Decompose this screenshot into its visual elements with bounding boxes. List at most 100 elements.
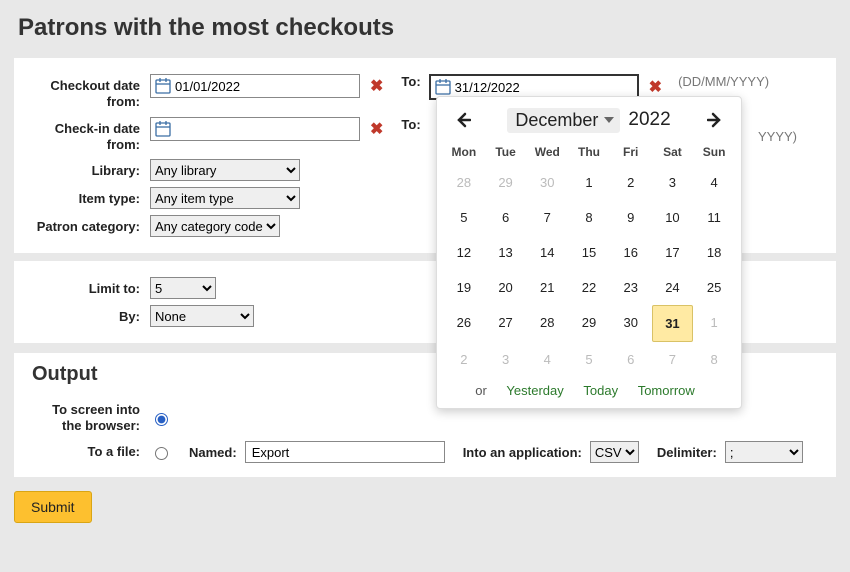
month-select[interactable]: December — [507, 108, 620, 133]
calendar-day[interactable]: 1 — [568, 165, 610, 200]
calendar-day[interactable]: 7 — [652, 342, 694, 377]
calendar-day[interactable]: 21 — [526, 270, 568, 305]
calendar-day[interactable]: 27 — [485, 305, 527, 342]
label-screen: To screen into the browser: — [30, 402, 150, 433]
footer-or: or — [475, 383, 487, 398]
calendar-day[interactable]: 4 — [693, 165, 735, 200]
label-by: By: — [30, 305, 150, 325]
calendar-day[interactable]: 25 — [693, 270, 735, 305]
clear-checkin-from-icon[interactable]: ✖ — [366, 119, 387, 139]
calendar-day[interactable]: 8 — [568, 200, 610, 235]
calendar-day[interactable]: 13 — [485, 235, 527, 270]
calendar-day[interactable]: 1 — [693, 305, 735, 342]
checkout-from-input[interactable] — [175, 75, 359, 97]
patroncat-select[interactable]: Any category code — [150, 215, 280, 237]
calendar-day[interactable]: 31 — [652, 305, 694, 342]
calendar-header: December 2022 — [443, 105, 735, 135]
calendar-day[interactable]: 26 — [443, 305, 485, 342]
next-month-button[interactable] — [701, 112, 729, 128]
calendar-day[interactable]: 2 — [443, 342, 485, 377]
link-yesterday[interactable]: Yesterday — [506, 383, 563, 398]
page-title: Patrons with the most checkouts — [0, 0, 850, 50]
prev-month-button[interactable] — [449, 112, 477, 128]
link-tomorrow[interactable]: Tomorrow — [638, 383, 695, 398]
calendar-day[interactable]: 5 — [443, 200, 485, 235]
calendar-day[interactable]: 5 — [568, 342, 610, 377]
calendar-grid: MonTueWedThuFriSatSun2829301234567891011… — [443, 139, 735, 377]
calendar-day[interactable]: 24 — [652, 270, 694, 305]
calendar-dow: Wed — [526, 139, 568, 165]
calendar-dow: Fri — [610, 139, 652, 165]
calendar-day[interactable]: 6 — [610, 342, 652, 377]
label-checkin-from: Check-in date from: — [30, 117, 150, 154]
calendar-day[interactable]: 20 — [485, 270, 527, 305]
label-file: To a file: — [30, 444, 150, 460]
label-checkin-to: To: — [401, 117, 420, 132]
library-select[interactable]: Any library — [150, 159, 300, 181]
calendar-day[interactable]: 16 — [610, 235, 652, 270]
label-library: Library: — [30, 159, 150, 179]
calendar-day[interactable]: 9 — [610, 200, 652, 235]
checkout-from-wrap: ✖ — [150, 74, 387, 98]
calendar-icon — [155, 121, 171, 137]
calendar-dow: Sun — [693, 139, 735, 165]
format-hint-partial: YYYY) — [758, 129, 797, 144]
calendar-day[interactable]: 30 — [526, 165, 568, 200]
intoapp-select[interactable]: CSV — [590, 441, 639, 463]
calendar-day[interactable]: 15 — [568, 235, 610, 270]
clear-checkout-to-icon[interactable]: ✖ — [645, 77, 666, 97]
limit-select[interactable]: 5 — [150, 277, 216, 299]
calendar-day[interactable]: 7 — [526, 200, 568, 235]
calendar-day[interactable]: 2 — [610, 165, 652, 200]
calendar-icon — [435, 79, 451, 95]
calendar-day[interactable]: 3 — [485, 342, 527, 377]
calendar-day[interactable]: 17 — [652, 235, 694, 270]
by-select[interactable]: None — [150, 305, 254, 327]
calendar-day[interactable]: 19 — [443, 270, 485, 305]
itemtype-select[interactable]: Any item type — [150, 187, 300, 209]
checkin-from-wrap: ✖ — [150, 117, 387, 141]
calendar-icon — [155, 78, 171, 94]
format-hint: (DD/MM/YYYY) — [678, 74, 769, 89]
calendar-day[interactable]: 18 — [693, 235, 735, 270]
calendar-footer: or Yesterday Today Tomorrow — [443, 377, 735, 398]
radio-screen[interactable] — [155, 413, 168, 426]
calendar-day[interactable]: 14 — [526, 235, 568, 270]
month-label: December — [515, 110, 598, 131]
calendar-day[interactable]: 3 — [652, 165, 694, 200]
calendar-day[interactable]: 28 — [526, 305, 568, 342]
radio-file[interactable] — [155, 447, 168, 460]
calendar-day[interactable]: 12 — [443, 235, 485, 270]
checkin-from-input[interactable] — [175, 118, 359, 140]
calendar-day[interactable]: 10 — [652, 200, 694, 235]
link-today[interactable]: Today — [583, 383, 618, 398]
chevron-down-icon — [604, 117, 614, 123]
calendar-day[interactable]: 8 — [693, 342, 735, 377]
calendar-day[interactable]: 29 — [485, 165, 527, 200]
label-checkout-to: To: — [401, 74, 420, 89]
submit-button[interactable]: Submit — [14, 491, 92, 523]
calendar-day[interactable]: 11 — [693, 200, 735, 235]
calendar-day[interactable]: 6 — [485, 200, 527, 235]
checkin-from-field[interactable] — [150, 117, 360, 141]
calendar-day[interactable]: 4 — [526, 342, 568, 377]
named-input[interactable] — [245, 441, 445, 463]
label-itemtype: Item type: — [30, 187, 150, 207]
clear-checkout-from-icon[interactable]: ✖ — [366, 76, 387, 96]
label-limit: Limit to: — [30, 277, 150, 297]
calendar-day[interactable]: 29 — [568, 305, 610, 342]
label-delimiter: Delimiter: — [657, 445, 717, 460]
checkout-from-field[interactable] — [150, 74, 360, 98]
delimiter-select[interactable]: ; — [725, 441, 803, 463]
calendar-day[interactable]: 23 — [610, 270, 652, 305]
date-picker-popup: December 2022 MonTueWedThuFriSatSun28293… — [436, 96, 742, 409]
year-label[interactable]: 2022 — [628, 109, 670, 131]
calendar-dow: Sat — [652, 139, 694, 165]
checkout-to-input[interactable] — [455, 76, 637, 98]
label-intoapp: Into an application: — [463, 445, 582, 460]
calendar-day[interactable]: 28 — [443, 165, 485, 200]
calendar-dow: Mon — [443, 139, 485, 165]
label-checkout-from: Checkout date from: — [30, 74, 150, 111]
calendar-day[interactable]: 30 — [610, 305, 652, 342]
calendar-day[interactable]: 22 — [568, 270, 610, 305]
